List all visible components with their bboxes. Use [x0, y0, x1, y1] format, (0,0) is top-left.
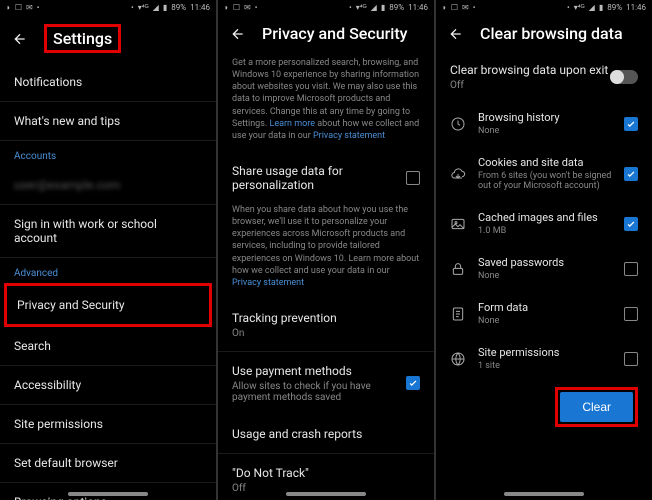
item-sub: None [478, 126, 612, 136]
nav-pill[interactable] [504, 492, 584, 496]
item-sub: From 6 sites (you won't be signed out of… [478, 171, 612, 191]
checkbox-unchecked[interactable] [624, 262, 638, 276]
battery-icon: ▮ [163, 3, 167, 12]
chat-icon: ✉ [462, 3, 469, 12]
back-icon[interactable] [12, 31, 28, 47]
privacy-security-row[interactable]: Privacy and Security [7, 286, 209, 324]
image-icon [450, 216, 466, 232]
item-title: Saved passwords [478, 256, 612, 269]
form-icon [450, 306, 466, 322]
chat-icon: ✉ [26, 3, 33, 12]
account-row[interactable]: user@example.com [0, 166, 216, 205]
signal-icon: ▾⁴ᴳ [574, 3, 585, 12]
item-sub: None [478, 271, 612, 281]
checkbox-unchecked[interactable] [624, 352, 638, 366]
toggle-off[interactable] [610, 70, 638, 84]
description-text: Get a more personalized search, browsing… [218, 57, 434, 152]
data-type-row[interactable]: Cached images and files 1.0 MB [436, 201, 652, 246]
data-type-row[interactable]: Cookies and site data From 6 sites (you … [436, 146, 652, 201]
data-type-row[interactable]: Site permissions 1 site [436, 336, 652, 381]
settings-panel: ◗☐✉• •▾⁴ᴳ◢▮89%11:46 Settings Notificatio… [0, 0, 216, 500]
item-title: Site permissions [478, 346, 612, 359]
share-usage-row[interactable]: Share usage data for personalization [218, 152, 434, 204]
moon-icon: ◗ [224, 3, 229, 12]
settings-item[interactable]: Set default browser [0, 444, 216, 483]
status-bar: ◗☐✉• •▾⁴ᴳ◢▮89%11:46 [218, 0, 434, 14]
checkbox-unchecked[interactable] [406, 171, 420, 185]
bubble-icon: ☐ [233, 3, 240, 12]
header: Settings [0, 14, 216, 63]
item-sub: 1.0 MB [478, 226, 612, 236]
battery-icon: ▮ [381, 3, 385, 12]
clear-data-panel: ◗☐✉• •▾⁴ᴳ◢▮89%11:46 Clear browsing data … [436, 0, 652, 500]
cloud-icon [450, 166, 466, 182]
signal-icon: ◢ [153, 3, 159, 12]
header: Clear browsing data [436, 14, 652, 53]
signal-icon: ◢ [589, 3, 595, 12]
status-bar: ◗☐✉• •▾⁴ᴳ◢▮89%11:46 [436, 0, 652, 14]
settings-item[interactable]: Search [0, 327, 216, 366]
bubble-icon: ☐ [15, 3, 22, 12]
moon-icon: ◗ [442, 3, 447, 12]
highlight-settings: Settings [44, 24, 121, 53]
bubble-icon: ☐ [451, 3, 458, 12]
signin-row[interactable]: Sign in with work or school account [0, 205, 216, 258]
header: Privacy and Security [218, 14, 434, 53]
signal-icon: ◢ [371, 3, 377, 12]
usage-crash-row[interactable]: Usage and crash reports [218, 415, 434, 454]
item-title: Cookies and site data [478, 156, 612, 169]
page-title: Settings [53, 29, 112, 48]
back-icon[interactable] [448, 26, 464, 42]
item-title: Browsing history [478, 111, 612, 124]
item-title: Form data [478, 301, 612, 314]
signal-icon: ▾⁴ᴳ [356, 3, 367, 12]
description-text: When you share data about how you use th… [218, 204, 434, 299]
checkbox-checked[interactable] [624, 117, 638, 131]
signal-icon: ▾⁴ᴳ [138, 3, 149, 12]
data-type-row[interactable]: Saved passwords None [436, 246, 652, 291]
learn-more-link[interactable]: Learn more [269, 119, 315, 129]
clock-icon [450, 116, 466, 132]
settings-item[interactable]: Accessibility [0, 366, 216, 405]
status-bar: ◗☐✉• •▾⁴ᴳ◢▮89%11:46 [0, 0, 216, 14]
lock-icon [450, 261, 466, 277]
back-icon[interactable] [230, 26, 246, 42]
item-sub: 1 site [478, 361, 612, 371]
data-type-row[interactable]: Form data None [436, 291, 652, 336]
nav-pill[interactable] [68, 492, 148, 496]
checkbox-checked[interactable] [406, 376, 420, 390]
clear-on-exit-row[interactable]: Clear browsing data upon exit Off [436, 53, 652, 101]
privacy-panel: ◗☐✉• •▾⁴ᴳ◢▮89%11:46 Privacy and Security… [218, 0, 434, 500]
clear-button[interactable]: Clear [560, 392, 633, 422]
section-advanced: Advanced [0, 258, 216, 283]
settings-item[interactable]: Site permissions [0, 405, 216, 444]
section-accounts: Accounts [0, 141, 216, 166]
battery-icon: ▮ [599, 3, 603, 12]
payment-row[interactable]: Use payment methods Allow sites to check… [218, 352, 434, 415]
highlight-clear-btn: Clear [555, 387, 638, 427]
privacy-statement-link[interactable]: Privacy statement [232, 278, 304, 288]
item-sub: None [478, 316, 612, 326]
highlight-privacy: Privacy and Security [4, 283, 212, 327]
item-title: Cached images and files [478, 211, 612, 224]
checkbox-checked[interactable] [624, 167, 638, 181]
data-type-row[interactable]: Browsing history None [436, 101, 652, 146]
settings-item[interactable]: Notifications [0, 63, 216, 102]
privacy-statement-link[interactable]: Privacy statement [313, 131, 385, 141]
settings-item[interactable]: What's new and tips [0, 102, 216, 141]
globe-icon [450, 351, 466, 367]
tracking-row[interactable]: Tracking prevention On [218, 299, 434, 352]
moon-icon: ◗ [6, 3, 11, 12]
nav-pill[interactable] [286, 492, 366, 496]
page-title: Clear browsing data [480, 24, 623, 43]
checkbox-unchecked[interactable] [624, 307, 638, 321]
page-title: Privacy and Security [262, 24, 407, 43]
checkbox-checked[interactable] [624, 217, 638, 231]
chat-icon: ✉ [244, 3, 251, 12]
